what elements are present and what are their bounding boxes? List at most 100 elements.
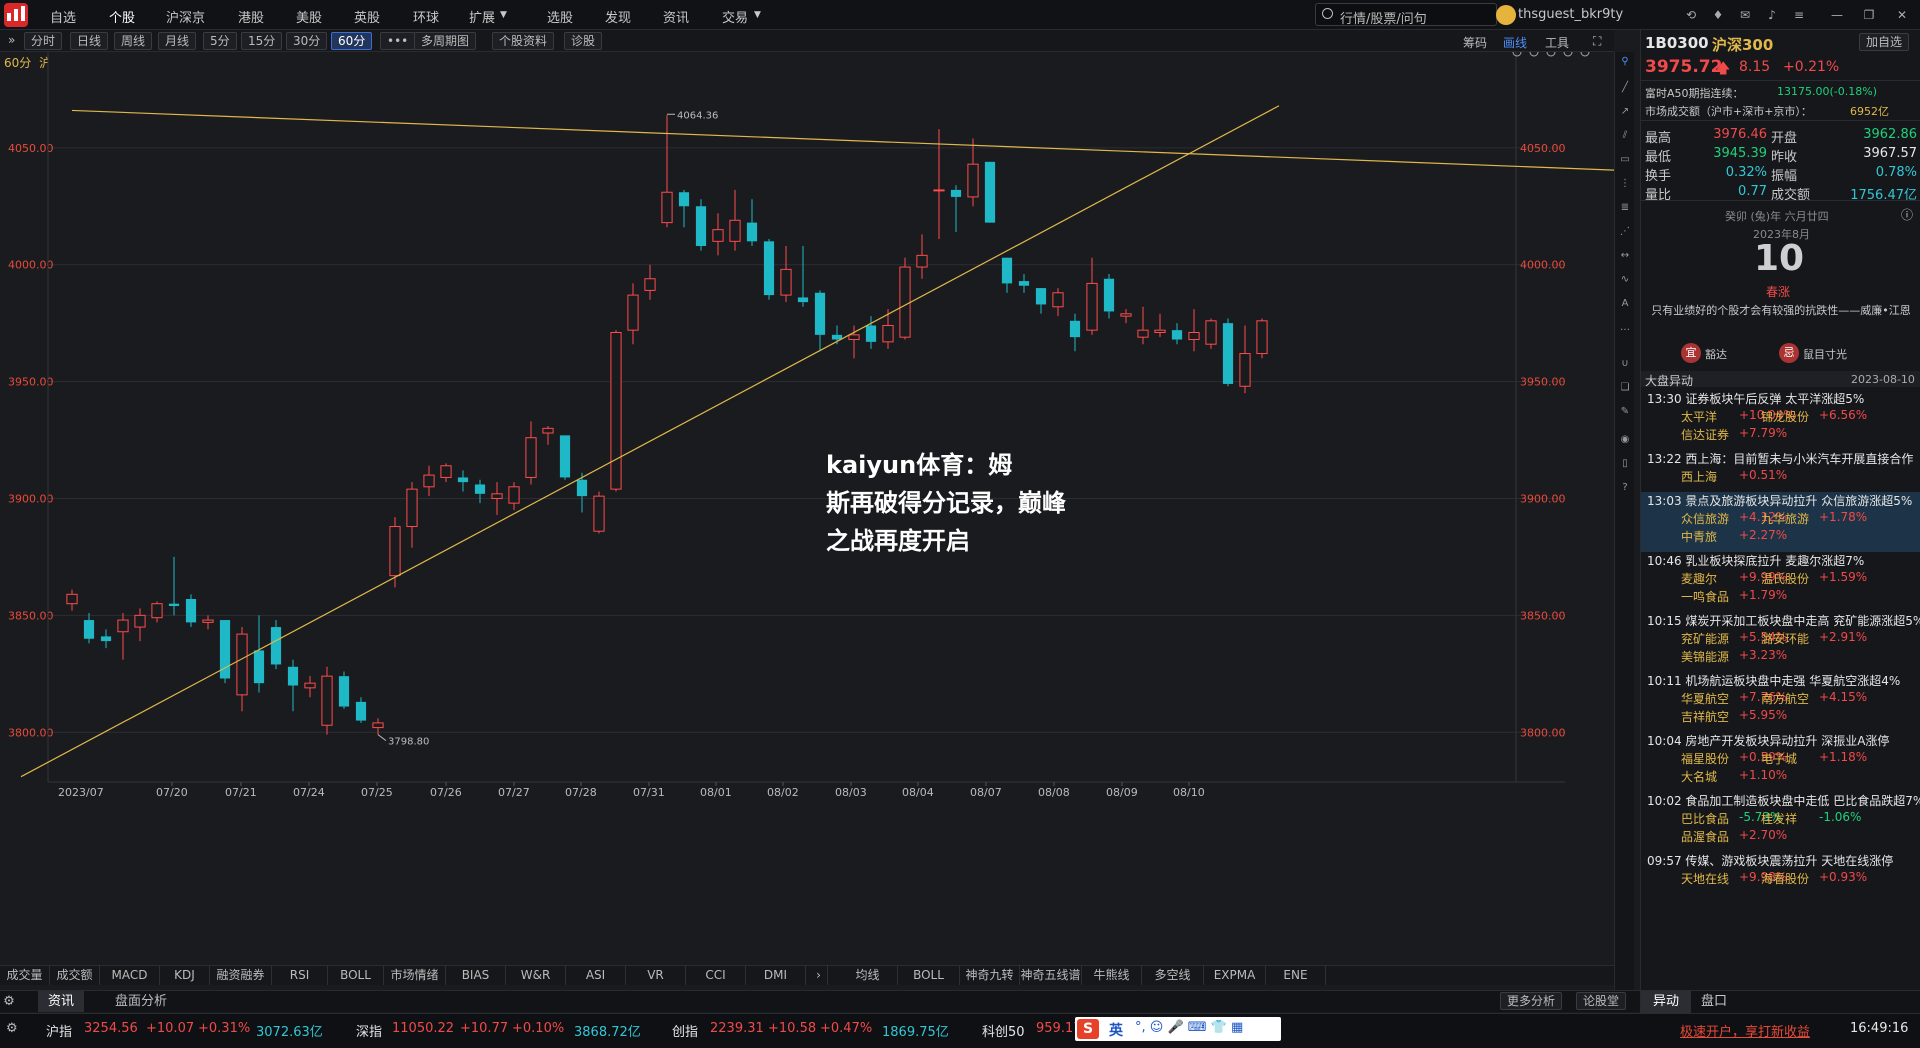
nav-item-jiaoyi[interactable]: 交易 — [722, 7, 748, 26]
draw-line-button[interactable]: 画线 — [1503, 34, 1527, 51]
stock-info-button[interactable]: 个股资料 — [492, 32, 555, 50]
eye-icon[interactable]: ◉ — [1619, 434, 1631, 446]
ray-tool-icon[interactable]: ↗ — [1619, 106, 1631, 118]
indicator-tab[interactable]: 融资融券 — [210, 966, 272, 985]
text-tool-icon[interactable]: A — [1619, 298, 1631, 310]
indicator-tab[interactable]: KDJ — [160, 966, 210, 985]
trash-icon[interactable]: ▯ — [1619, 458, 1631, 470]
indicator-tab[interactable]: RSI — [272, 966, 328, 985]
event-item[interactable]: 09:57 传媒、游戏板块震荡拉升 天地在线涨停 天地在线 +9.98% 海看股份 +0… — [1641, 852, 1920, 894]
nav-item-xuangu[interactable]: 选股 — [547, 7, 573, 26]
fullscreen-icon[interactable]: ⛶ — [1593, 34, 1601, 49]
ime-toolbar[interactable]: S 英 °, ☺ 🎤 ⌨ 👕 ▦ — [1075, 1017, 1281, 1041]
overlay-indicator-tab[interactable]: 神奇九转 — [960, 966, 1020, 985]
tab-news[interactable]: 资讯 — [38, 991, 85, 1012]
indicator-tab[interactable]: ASI — [566, 966, 626, 985]
period-button-fenshi[interactable]: 分时 — [24, 32, 63, 50]
add-watchlist-button[interactable]: 加自选 — [1859, 33, 1910, 51]
wave-tool-icon[interactable]: ∿ — [1619, 274, 1631, 286]
magnet-icon[interactable]: ∪ — [1619, 358, 1631, 370]
settings-icon[interactable]: ⚙ — [0, 991, 18, 1012]
nav-item-meigu[interactable]: 美股 — [296, 7, 322, 26]
event-stock-name[interactable]: 品渥食品 — [1681, 828, 1729, 845]
tab-orderbook[interactable]: 盘口 — [1701, 991, 1727, 1013]
cy-index-label[interactable]: 创指 — [672, 1021, 698, 1040]
event-stock-name[interactable]: 锦龙股份 — [1761, 408, 1809, 425]
sh-index-label[interactable]: 沪指 — [46, 1021, 72, 1040]
event-item[interactable]: 10:04 房地产开发板块异动拉升 深振业A涨停 福星股份 +0.59% 电子城 +1.… — [1641, 732, 1920, 792]
nav-item-yinggu[interactable]: 英股 — [354, 7, 380, 26]
shirt-icon[interactable]: ♦ — [1711, 8, 1725, 22]
avatar[interactable] — [1496, 5, 1516, 25]
event-stock-name[interactable]: 信达证券 — [1681, 426, 1729, 443]
nav-item-hushenjing[interactable]: 沪深京 — [166, 7, 205, 26]
event-stock-name[interactable]: 巴比食品 — [1681, 810, 1729, 827]
close-icon[interactable]: ✕ — [1895, 8, 1909, 22]
event-item[interactable]: 13:03 景点及旅游板块异动拉升 众信旅游涨超5% 众信旅游 +4.12% 九华旅游… — [1641, 492, 1920, 552]
gann-tool-icon[interactable]: ≣ — [1619, 202, 1631, 214]
indicator-tab[interactable]: 成交量 — [0, 966, 50, 985]
overlay-indicator-tab[interactable]: ENE — [1266, 966, 1326, 985]
period-button-week[interactable]: 周线 — [114, 32, 153, 50]
event-item[interactable]: 13:22 西上海：目前暂未与小米汽车开展直接合作 西上海 +0.51% — [1641, 450, 1920, 492]
event-stock-name[interactable]: 温氏股份 — [1761, 570, 1809, 587]
forum-button[interactable]: 论股堂 — [1576, 992, 1627, 1010]
nav-item-faxian[interactable]: 发现 — [605, 7, 631, 26]
indicator-tab[interactable]: DMI — [746, 966, 806, 985]
settings-icon[interactable] — [1580, 52, 1590, 57]
info-icon[interactable]: ⓘ — [1901, 206, 1913, 223]
kc-index-label[interactable]: 科创50 — [982, 1021, 1025, 1040]
chips-button[interactable]: 筹码 — [1463, 34, 1487, 51]
overlay-indicator-tab[interactable]: BOLL — [898, 966, 960, 985]
event-stock-name[interactable]: 大名城 — [1681, 768, 1717, 785]
event-stock-name[interactable]: 桂发祥 — [1761, 810, 1797, 827]
line-tool-icon[interactable]: ╱ — [1619, 82, 1631, 94]
pin-icon[interactable]: ⚲ — [1619, 56, 1631, 68]
event-item[interactable]: 10:02 食品加工制造板块盘中走低 巴比食品跌超7% 巴比食品 -5.73% 桂发祥… — [1641, 792, 1920, 852]
help-icon[interactable]: ? — [1619, 482, 1631, 494]
collapse-icon[interactable]: » — [8, 33, 15, 47]
indicator-tab[interactable]: 市场情绪 — [384, 966, 446, 985]
refresh-icon[interactable]: ⟲ — [1684, 8, 1698, 22]
zoom-out-icon[interactable] — [1563, 52, 1573, 57]
overlay-indicator-tab[interactable]: 神奇五线谱 — [1020, 966, 1082, 985]
period-button-60m[interactable]: 60分 — [331, 32, 373, 50]
fan-tool-icon[interactable]: ⋰ — [1619, 226, 1631, 238]
rect-tool-icon[interactable]: ▭ — [1619, 154, 1631, 166]
ime-tools-icon[interactable]: °, ☺ 🎤 ⌨ 👕 ▦ — [1135, 1020, 1243, 1035]
copy-icon[interactable]: ❏ — [1619, 382, 1631, 394]
more-analysis-button[interactable]: 更多分析 — [1500, 992, 1563, 1010]
channel-tool-icon[interactable]: ⫽ — [1619, 130, 1631, 142]
nav-item-ganggu[interactable]: 港股 — [238, 7, 264, 26]
indicator-tab[interactable]: BOLL — [328, 966, 384, 985]
indicator-tab[interactable]: MACD — [100, 966, 160, 985]
more-tools-icon[interactable]: … — [1619, 322, 1631, 334]
period-button-30m[interactable]: 30分 — [286, 32, 328, 50]
bell-icon[interactable]: ♪ — [1765, 8, 1779, 22]
indicator-tab[interactable]: CCI — [686, 966, 746, 985]
nav-item-kuozhan[interactable]: 扩展 — [469, 7, 495, 26]
event-stock-name[interactable]: 九华旅游 — [1761, 510, 1809, 527]
indicator-tab[interactable]: W&R — [506, 966, 566, 985]
sz-index-label[interactable]: 深指 — [356, 1021, 382, 1040]
overlay-indicator-tab[interactable]: EXPMA — [1204, 966, 1266, 985]
tab-anomaly[interactable]: 异动 — [1641, 991, 1691, 1013]
username[interactable]: thsguest_bkr9ty — [1518, 7, 1623, 22]
event-stock-name[interactable]: 麦趣尔 — [1681, 570, 1717, 587]
event-stock-name[interactable]: 潞安环能 — [1761, 630, 1809, 647]
nav-item-huanqiu[interactable]: 环球 — [413, 7, 439, 26]
ime-mode[interactable]: 英 — [1109, 1020, 1123, 1040]
overlay-indicator-tab[interactable]: 多空线 — [1142, 966, 1204, 985]
promo-link[interactable]: 极速开户，享打新收益 — [1680, 1021, 1810, 1040]
brush-icon[interactable]: ✎ — [1619, 406, 1631, 418]
indicator-tab[interactable]: BIAS — [446, 966, 506, 985]
event-stock-name[interactable]: 天地在线 — [1681, 870, 1729, 887]
fib-tool-icon[interactable]: ⋮ — [1619, 178, 1631, 190]
gear-icon[interactable]: ⚙ — [6, 1021, 18, 1036]
period-button-month[interactable]: 月线 — [158, 32, 197, 50]
nav-item-zixun[interactable]: 资讯 — [663, 7, 689, 26]
event-stock-name[interactable]: 众信旅游 — [1681, 510, 1729, 527]
event-stock-name[interactable]: 一鸣食品 — [1681, 588, 1729, 605]
overlay-indicator-tab[interactable]: 均线 — [838, 966, 898, 985]
event-item[interactable]: 10:11 机场航运板块盘中走强 华夏航空涨超4% 华夏航空 +7.76% 南方航空 +… — [1641, 672, 1920, 732]
